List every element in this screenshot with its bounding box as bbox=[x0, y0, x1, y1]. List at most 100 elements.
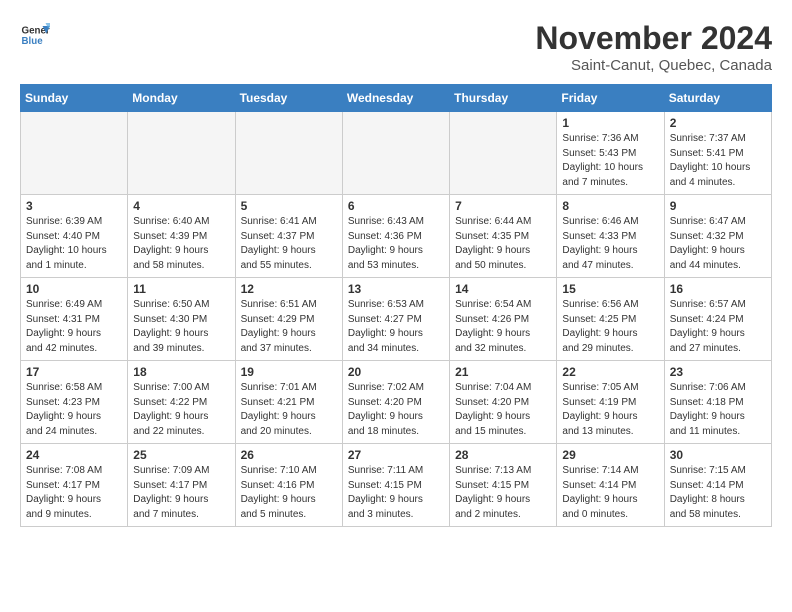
day-info: Sunrise: 6:51 AM Sunset: 4:29 PM Dayligh… bbox=[241, 298, 337, 356]
day-number: 14 bbox=[455, 282, 551, 296]
day-number: 6 bbox=[348, 199, 444, 213]
calendar-cell: 27 Sunrise: 7:11 AM Sunset: 4:15 PM Dayli… bbox=[342, 444, 449, 527]
location: Saint-Canut, Quebec, Canada bbox=[535, 57, 772, 74]
day-info: Sunrise: 7:37 AM Sunset: 5:41 PM Dayligh… bbox=[670, 132, 766, 190]
day-number: 15 bbox=[562, 282, 658, 296]
calendar-cell: 6 Sunrise: 6:43 AM Sunset: 4:36 PM Daylig… bbox=[342, 195, 449, 278]
weekday-header-saturday: Saturday bbox=[664, 85, 771, 112]
calendar-cell: 3Sunrise: 6:39 AM Sunset: 4:40 PM Daylig… bbox=[21, 195, 128, 278]
day-number: 26 bbox=[241, 448, 337, 462]
day-number: 19 bbox=[241, 365, 337, 379]
day-number: 30 bbox=[670, 448, 766, 462]
calendar-cell: 7 Sunrise: 6:44 AM Sunset: 4:35 PM Daylig… bbox=[450, 195, 557, 278]
day-number: 17 bbox=[26, 365, 122, 379]
calendar-cell bbox=[128, 112, 235, 195]
day-number: 28 bbox=[455, 448, 551, 462]
day-info: Sunrise: 6:46 AM Sunset: 4:33 PM Dayligh… bbox=[562, 215, 658, 273]
day-number: 2 bbox=[670, 116, 766, 130]
day-number: 24 bbox=[26, 448, 122, 462]
day-info: Sunrise: 7:00 AM Sunset: 4:22 PM Dayligh… bbox=[133, 381, 229, 439]
day-info: Sunrise: 6:57 AM Sunset: 4:24 PM Dayligh… bbox=[670, 298, 766, 356]
calendar-cell: 13 Sunrise: 6:53 AM Sunset: 4:27 PM Dayli… bbox=[342, 278, 449, 361]
calendar-cell: 15 Sunrise: 6:56 AM Sunset: 4:25 PM Dayli… bbox=[557, 278, 664, 361]
day-number: 13 bbox=[348, 282, 444, 296]
calendar-cell: 29 Sunrise: 7:14 AM Sunset: 4:14 PM Dayli… bbox=[557, 444, 664, 527]
day-number: 18 bbox=[133, 365, 229, 379]
calendar-cell: 30 Sunrise: 7:15 AM Sunset: 4:14 PM Dayli… bbox=[664, 444, 771, 527]
calendar-cell: 17 Sunrise: 6:58 AM Sunset: 4:23 PM Dayli… bbox=[21, 361, 128, 444]
day-number: 29 bbox=[562, 448, 658, 462]
calendar-cell: 11 Sunrise: 6:50 AM Sunset: 4:30 PM Dayli… bbox=[128, 278, 235, 361]
day-number: 21 bbox=[455, 365, 551, 379]
calendar-cell bbox=[342, 112, 449, 195]
day-number: 9 bbox=[670, 199, 766, 213]
day-number: 16 bbox=[670, 282, 766, 296]
calendar-cell bbox=[21, 112, 128, 195]
day-info: Sunrise: 6:44 AM Sunset: 4:35 PM Dayligh… bbox=[455, 215, 551, 273]
page-header: General Blue November 2024 Saint-Canut, … bbox=[20, 20, 772, 74]
weekday-header-monday: Monday bbox=[128, 85, 235, 112]
day-number: 3 bbox=[26, 199, 122, 213]
calendar-cell: 4Sunrise: 6:40 AM Sunset: 4:39 PM Daylig… bbox=[128, 195, 235, 278]
day-info: Sunrise: 7:05 AM Sunset: 4:19 PM Dayligh… bbox=[562, 381, 658, 439]
day-number: 22 bbox=[562, 365, 658, 379]
title-area: November 2024 Saint-Canut, Quebec, Canad… bbox=[535, 20, 772, 74]
calendar-cell: 5 Sunrise: 6:41 AM Sunset: 4:37 PM Daylig… bbox=[235, 195, 342, 278]
day-info: Sunrise: 6:40 AM Sunset: 4:39 PM Dayligh… bbox=[133, 215, 229, 273]
day-number: 23 bbox=[670, 365, 766, 379]
day-info: Sunrise: 7:04 AM Sunset: 4:20 PM Dayligh… bbox=[455, 381, 551, 439]
day-number: 12 bbox=[241, 282, 337, 296]
day-info: Sunrise: 7:08 AM Sunset: 4:17 PM Dayligh… bbox=[26, 464, 122, 522]
day-info: Sunrise: 7:15 AM Sunset: 4:14 PM Dayligh… bbox=[670, 464, 766, 522]
day-info: Sunrise: 7:11 AM Sunset: 4:15 PM Dayligh… bbox=[348, 464, 444, 522]
day-number: 20 bbox=[348, 365, 444, 379]
calendar-cell bbox=[235, 112, 342, 195]
calendar-cell: 28 Sunrise: 7:13 AM Sunset: 4:15 PM Dayli… bbox=[450, 444, 557, 527]
calendar-cell: 1 Sunrise: 7:36 AM Sunset: 5:43 PM Daylig… bbox=[557, 112, 664, 195]
day-info: Sunrise: 6:43 AM Sunset: 4:36 PM Dayligh… bbox=[348, 215, 444, 273]
day-info: Sunrise: 7:36 AM Sunset: 5:43 PM Dayligh… bbox=[562, 132, 658, 190]
calendar-cell: 14 Sunrise: 6:54 AM Sunset: 4:26 PM Dayli… bbox=[450, 278, 557, 361]
logo: General Blue bbox=[20, 20, 50, 50]
day-info: Sunrise: 6:54 AM Sunset: 4:26 PM Dayligh… bbox=[455, 298, 551, 356]
day-info: Sunrise: 7:10 AM Sunset: 4:16 PM Dayligh… bbox=[241, 464, 337, 522]
calendar-cell: 23Sunrise: 7:06 AM Sunset: 4:18 PM Dayli… bbox=[664, 361, 771, 444]
day-info: Sunrise: 6:47 AM Sunset: 4:32 PM Dayligh… bbox=[670, 215, 766, 273]
calendar-cell bbox=[450, 112, 557, 195]
day-number: 10 bbox=[26, 282, 122, 296]
weekday-header-tuesday: Tuesday bbox=[235, 85, 342, 112]
day-info: Sunrise: 6:56 AM Sunset: 4:25 PM Dayligh… bbox=[562, 298, 658, 356]
day-info: Sunrise: 7:13 AM Sunset: 4:15 PM Dayligh… bbox=[455, 464, 551, 522]
svg-text:Blue: Blue bbox=[22, 36, 44, 47]
day-number: 27 bbox=[348, 448, 444, 462]
calendar-cell: 24 Sunrise: 7:08 AM Sunset: 4:17 PM Dayli… bbox=[21, 444, 128, 527]
calendar-cell: 16 Sunrise: 6:57 AM Sunset: 4:24 PM Dayli… bbox=[664, 278, 771, 361]
day-number: 7 bbox=[455, 199, 551, 213]
weekday-header-sunday: Sunday bbox=[21, 85, 128, 112]
day-info: Sunrise: 7:01 AM Sunset: 4:21 PM Dayligh… bbox=[241, 381, 337, 439]
calendar-cell: 25Sunrise: 7:09 AM Sunset: 4:17 PM Dayli… bbox=[128, 444, 235, 527]
day-number: 8 bbox=[562, 199, 658, 213]
weekday-header-thursday: Thursday bbox=[450, 85, 557, 112]
weekday-header-wednesday: Wednesday bbox=[342, 85, 449, 112]
calendar-cell: 12 Sunrise: 6:51 AM Sunset: 4:29 PM Dayli… bbox=[235, 278, 342, 361]
day-number: 1 bbox=[562, 116, 658, 130]
day-info: Sunrise: 6:41 AM Sunset: 4:37 PM Dayligh… bbox=[241, 215, 337, 273]
day-number: 5 bbox=[241, 199, 337, 213]
day-info: Sunrise: 7:09 AM Sunset: 4:17 PM Dayligh… bbox=[133, 464, 229, 522]
day-info: Sunrise: 7:02 AM Sunset: 4:20 PM Dayligh… bbox=[348, 381, 444, 439]
day-info: Sunrise: 6:58 AM Sunset: 4:23 PM Dayligh… bbox=[26, 381, 122, 439]
weekday-header-friday: Friday bbox=[557, 85, 664, 112]
calendar-cell: 2 Sunrise: 7:37 AM Sunset: 5:41 PM Daylig… bbox=[664, 112, 771, 195]
calendar-cell: 26 Sunrise: 7:10 AM Sunset: 4:16 PM Dayli… bbox=[235, 444, 342, 527]
day-info: Sunrise: 6:53 AM Sunset: 4:27 PM Dayligh… bbox=[348, 298, 444, 356]
day-info: Sunrise: 7:14 AM Sunset: 4:14 PM Dayligh… bbox=[562, 464, 658, 522]
calendar-cell: 20 Sunrise: 7:02 AM Sunset: 4:20 PM Dayli… bbox=[342, 361, 449, 444]
calendar-cell: 21 Sunrise: 7:04 AM Sunset: 4:20 PM Dayli… bbox=[450, 361, 557, 444]
month-title: November 2024 bbox=[535, 20, 772, 57]
calendar-table: SundayMondayTuesdayWednesdayThursdayFrid… bbox=[20, 84, 772, 527]
logo-icon: General Blue bbox=[20, 20, 50, 50]
day-info: Sunrise: 6:50 AM Sunset: 4:30 PM Dayligh… bbox=[133, 298, 229, 356]
day-number: 11 bbox=[133, 282, 229, 296]
calendar-cell: 22 Sunrise: 7:05 AM Sunset: 4:19 PM Dayli… bbox=[557, 361, 664, 444]
